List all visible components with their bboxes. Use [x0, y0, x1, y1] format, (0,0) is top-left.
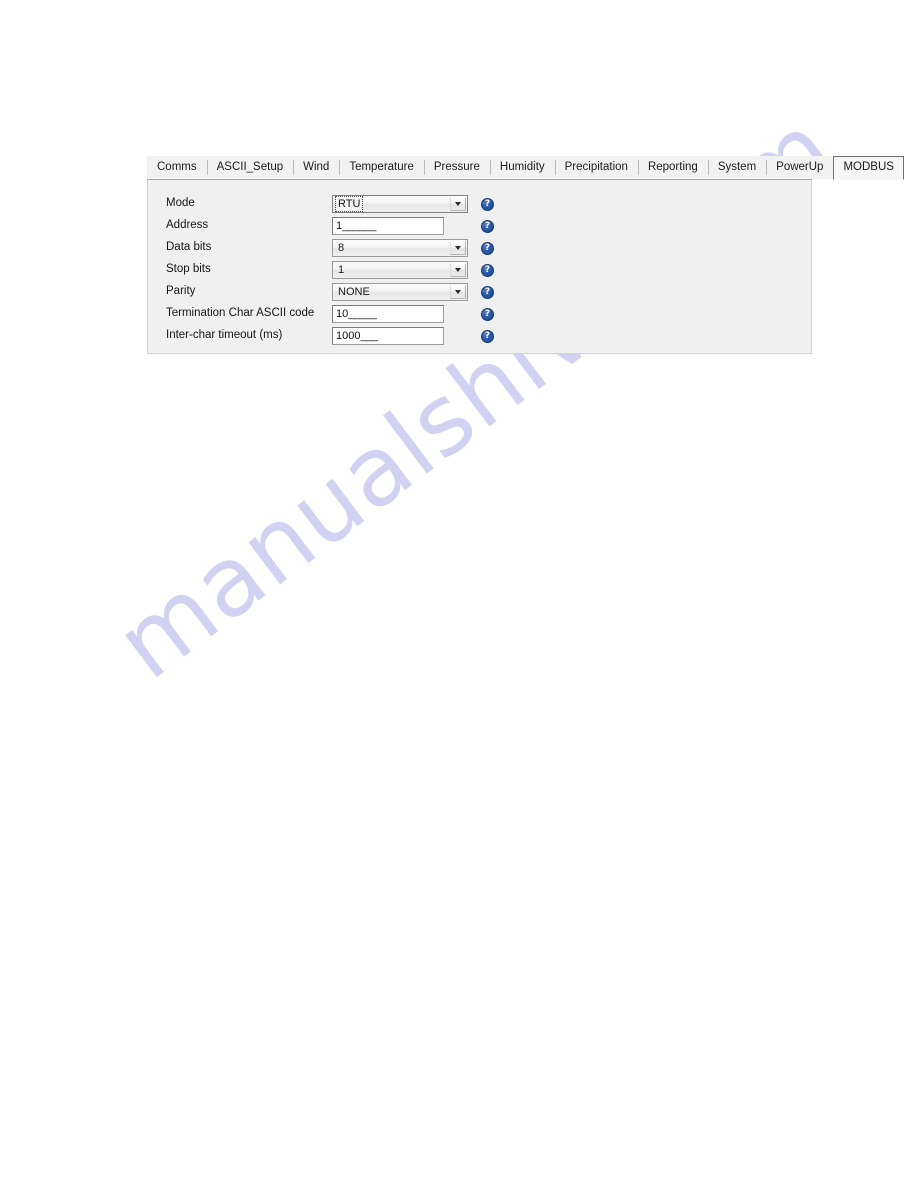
- help-question-icon[interactable]: ?: [481, 219, 494, 233]
- input-value-termination-char-ascii-code: 10: [336, 307, 349, 320]
- form-row-address: Address 1 ______?: [166, 215, 811, 237]
- label-inter-char-timeout-ms: Inter-char timeout (ms): [166, 329, 283, 342]
- chevron-down-glyph: [455, 202, 461, 206]
- tab-modbus[interactable]: MODBUS: [833, 156, 904, 180]
- tab-label: Pressure: [433, 160, 480, 173]
- help-slot-termination-char-ascii-code: ?: [468, 307, 508, 321]
- dropdown-value-parity: NONE: [338, 286, 370, 298]
- help-slot-address: ?: [468, 219, 508, 233]
- tab-system[interactable]: System: [707, 156, 767, 179]
- form-row-mode: Mode RTU?: [166, 193, 811, 215]
- chevron-down-glyph: [455, 246, 461, 250]
- chevron-down-icon[interactable]: [450, 241, 466, 255]
- control-slot-stop-bits: 1: [332, 261, 468, 279]
- chevron-down-icon[interactable]: [450, 285, 466, 299]
- control-slot-data-bits: 8: [332, 239, 468, 257]
- form-row-inter-char-timeout-ms: Inter-char timeout (ms) 1000 ___?: [166, 325, 811, 347]
- help-question-icon[interactable]: ?: [481, 241, 494, 255]
- tab-label: Humidity: [499, 160, 545, 173]
- modbus-form: Mode RTU? Address 1 ______? Data bits 8? Stop b…: [166, 193, 811, 347]
- tab-label: ASCII_Setup: [216, 160, 284, 173]
- control-slot-address: 1 ______: [332, 217, 468, 235]
- tab-ascii-setup[interactable]: ASCII_Setup: [206, 156, 294, 179]
- input-termination-char-ascii-code[interactable]: 10 _____: [332, 305, 444, 323]
- help-slot-data-bits: ?: [468, 241, 508, 255]
- chevron-down-icon[interactable]: [450, 263, 466, 277]
- chevron-down-glyph: [455, 268, 461, 272]
- tab-label: System: [717, 160, 757, 173]
- help-question-icon[interactable]: ?: [481, 329, 494, 343]
- tab-label: Reporting: [647, 160, 698, 173]
- help-slot-mode: ?: [468, 197, 508, 211]
- input-padding-inter-char-timeout-ms: ___: [360, 329, 378, 342]
- tab-strip: Comms ASCII_Setup Wind Temperature Pressure H…: [147, 156, 904, 180]
- dropdown-stop-bits[interactable]: 1: [332, 261, 468, 279]
- form-row-stop-bits: Stop bits 1?: [166, 259, 811, 281]
- dropdown-parity[interactable]: NONE: [332, 283, 468, 301]
- dropdown-data-bits[interactable]: 8: [332, 239, 468, 257]
- help-question-icon[interactable]: ?: [481, 285, 494, 299]
- input-address[interactable]: 1 ______: [332, 217, 444, 235]
- label-termination-char-ascii-code: Termination Char ASCII code: [166, 307, 315, 320]
- label-parity: Parity: [166, 285, 196, 298]
- dropdown-value-mode: RTU: [334, 196, 364, 212]
- form-row-data-bits: Data bits 8?: [166, 237, 811, 259]
- label-address: Address: [166, 219, 209, 232]
- control-slot-mode: RTU: [332, 195, 468, 213]
- help-slot-inter-char-timeout-ms: ?: [468, 329, 508, 343]
- input-padding-address: ______: [342, 219, 376, 232]
- help-slot-parity: ?: [468, 285, 508, 299]
- input-inter-char-timeout-ms[interactable]: 1000 ___: [332, 327, 444, 345]
- control-slot-inter-char-timeout-ms: 1000 ___: [332, 327, 468, 345]
- label-data-bits: Data bits: [166, 241, 212, 254]
- dropdown-value-data-bits: 8: [338, 242, 345, 254]
- tab-label: Temperature: [349, 160, 414, 173]
- help-question-icon[interactable]: ?: [481, 307, 494, 321]
- tab-comms[interactable]: Comms: [147, 156, 207, 179]
- tab-precipitation[interactable]: Precipitation: [554, 156, 638, 179]
- tab-label: Wind: [303, 160, 330, 173]
- chevron-down-glyph: [455, 290, 461, 294]
- tab-label: Comms: [157, 160, 197, 173]
- help-question-icon[interactable]: ?: [481, 197, 494, 211]
- tab-reporting[interactable]: Reporting: [637, 156, 708, 179]
- help-question-icon[interactable]: ?: [481, 263, 494, 277]
- tab-label: Precipitation: [564, 160, 628, 173]
- tab-label: MODBUS: [843, 160, 894, 173]
- help-slot-stop-bits: ?: [468, 263, 508, 277]
- input-padding-termination-char-ascii-code: _____: [348, 307, 377, 320]
- tab-panel-modbus: Mode RTU? Address 1 ______? Data bits 8? Stop b…: [147, 180, 812, 354]
- tab-pressure[interactable]: Pressure: [423, 156, 490, 179]
- label-stop-bits: Stop bits: [166, 263, 211, 276]
- form-row-parity: Parity NONE?: [166, 281, 811, 303]
- dropdown-mode[interactable]: RTU: [332, 195, 468, 213]
- form-row-termination-char-ascii-code: Termination Char ASCII code 10 _____?: [166, 303, 811, 325]
- tab-powerup[interactable]: PowerUp: [766, 156, 834, 179]
- tab-temperature[interactable]: Temperature: [339, 156, 424, 179]
- chevron-down-icon[interactable]: [450, 197, 466, 211]
- dropdown-value-stop-bits: 1: [338, 264, 345, 276]
- tab-humidity[interactable]: Humidity: [489, 156, 555, 179]
- control-slot-parity: NONE: [332, 283, 468, 301]
- input-value-inter-char-timeout-ms: 1000: [336, 329, 361, 342]
- tab-wind[interactable]: Wind: [293, 156, 340, 179]
- modbus-settings-window: Comms ASCII_Setup Wind Temperature Pressure H…: [147, 156, 904, 354]
- control-slot-termination-char-ascii-code: 10 _____: [332, 305, 468, 323]
- tab-label: PowerUp: [776, 160, 824, 173]
- label-mode: Mode: [166, 197, 195, 210]
